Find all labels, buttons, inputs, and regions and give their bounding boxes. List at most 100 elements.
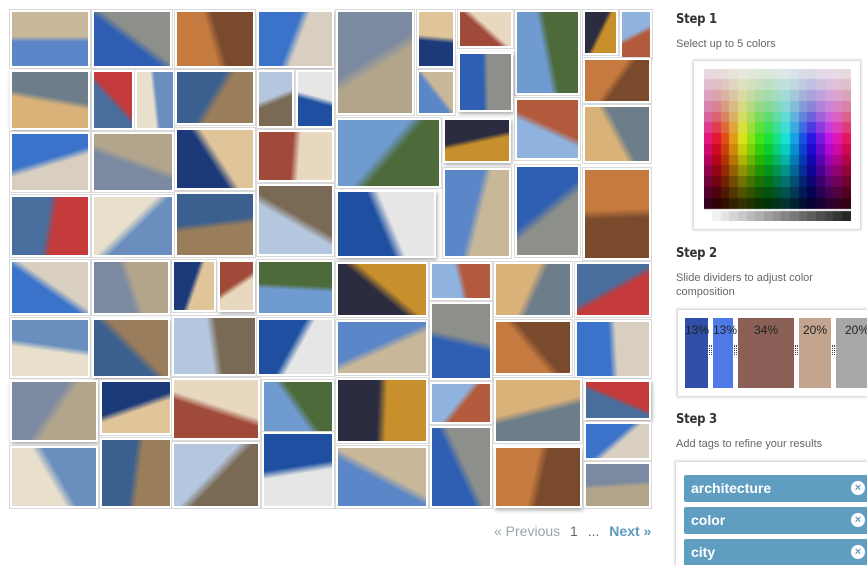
photo-thumbnail[interactable] — [257, 10, 334, 68]
photo-thumbnail[interactable] — [515, 98, 580, 160]
photo-thumbnail[interactable] — [10, 318, 90, 378]
photo-thumbnail[interactable] — [443, 168, 511, 258]
photo-thumbnail[interactable] — [10, 10, 90, 68]
page-number-1[interactable]: 1 — [570, 523, 578, 539]
color-segment-4-percent: 20% — [802, 323, 828, 337]
color-segment-5[interactable]: 20% — [836, 318, 867, 388]
photo-thumbnail[interactable] — [430, 426, 492, 508]
photo-thumbnail[interactable] — [515, 10, 580, 95]
photo-thumbnail[interactable] — [175, 192, 255, 257]
color-segment-1[interactable]: 13% — [685, 318, 710, 388]
photo-thumbnail[interactable] — [10, 195, 90, 257]
tag-architecture[interactable]: architecture × — [684, 475, 867, 502]
photo-thumbnail[interactable] — [584, 462, 651, 508]
photo-thumbnail[interactable] — [583, 10, 618, 55]
photo-thumbnail[interactable] — [172, 316, 257, 376]
photo-thumbnail[interactable] — [458, 10, 513, 48]
photo-thumbnail[interactable] — [336, 446, 428, 508]
photo-thumbnail[interactable] — [262, 432, 334, 508]
photo-thumbnail[interactable] — [257, 318, 334, 376]
color-segment-1-percent: 13% — [685, 323, 710, 337]
pagination-ellipsis: ... — [587, 523, 600, 539]
photo-thumbnail[interactable] — [336, 118, 441, 188]
photo-thumbnail[interactable] — [10, 260, 90, 315]
photo-thumbnail[interactable] — [583, 105, 651, 163]
remove-tag-icon[interactable]: × — [851, 481, 865, 495]
photo-thumbnail[interactable] — [257, 260, 334, 315]
photo-thumbnail[interactable] — [262, 380, 334, 435]
photo-thumbnail[interactable] — [494, 446, 582, 508]
photo-thumbnail[interactable] — [575, 262, 651, 317]
photo-thumbnail[interactable] — [10, 446, 98, 508]
composition-divider-4[interactable] — [832, 345, 835, 355]
composition-divider-3[interactable] — [795, 345, 798, 355]
photo-thumbnail[interactable] — [175, 128, 255, 190]
photo-thumbnail[interactable] — [92, 10, 172, 68]
photo-thumbnail[interactable] — [100, 380, 172, 435]
photo-thumbnail[interactable] — [172, 378, 260, 440]
composition-divider-2[interactable] — [734, 345, 737, 355]
tag-color[interactable]: color × — [684, 507, 867, 534]
photo-thumbnail[interactable] — [494, 378, 582, 443]
photo-thumbnail[interactable] — [296, 70, 334, 128]
photo-thumbnail[interactable] — [218, 260, 255, 312]
step1-subtitle: Select up to 5 colors — [676, 38, 776, 50]
photo-thumbnail[interactable] — [92, 195, 174, 257]
photo-thumbnail[interactable] — [175, 10, 255, 68]
photo-thumbnail[interactable] — [430, 382, 492, 424]
photo-thumbnail[interactable] — [257, 70, 294, 128]
photo-thumbnail[interactable] — [92, 132, 174, 192]
photo-thumbnail[interactable] — [10, 380, 98, 442]
photo-thumbnail[interactable] — [584, 422, 651, 460]
remove-tag-icon[interactable]: × — [851, 545, 865, 559]
color-segment-4[interactable]: 20% — [799, 318, 831, 388]
color-segment-2-percent: 13% — [713, 323, 738, 337]
photo-thumbnail[interactable] — [10, 70, 90, 130]
photo-thumbnail[interactable] — [336, 190, 436, 258]
previous-page-link[interactable]: « Previous — [494, 523, 560, 539]
photo-thumbnail[interactable] — [336, 262, 428, 317]
remove-tag-icon[interactable]: × — [851, 513, 865, 527]
photo-thumbnail[interactable] — [92, 260, 170, 315]
photo-thumbnail[interactable] — [443, 118, 511, 163]
composition-divider-1[interactable] — [709, 345, 712, 355]
photo-thumbnail[interactable] — [583, 58, 651, 103]
photo-thumbnail[interactable] — [10, 132, 90, 192]
photo-thumbnail[interactable] — [336, 320, 428, 375]
photo-thumbnail[interactable] — [515, 165, 580, 257]
step2-subtitle: Slide dividers to adjust color compositi… — [676, 272, 813, 298]
photo-thumbnail[interactable] — [257, 130, 334, 182]
photo-thumbnail[interactable] — [583, 168, 651, 260]
tag-label: city — [691, 544, 716, 560]
photo-thumbnail[interactable] — [257, 184, 334, 256]
photo-thumbnail[interactable] — [172, 442, 260, 508]
photo-thumbnail[interactable] — [92, 318, 170, 378]
photo-thumbnail[interactable] — [458, 52, 513, 112]
photo-thumbnail[interactable] — [417, 10, 455, 68]
tag-city[interactable]: city × — [684, 539, 867, 565]
photo-thumbnail[interactable] — [336, 10, 414, 115]
photo-thumbnail[interactable] — [620, 10, 652, 60]
photo-thumbnail[interactable] — [172, 260, 216, 312]
color-segment-2[interactable]: 13% — [713, 318, 738, 388]
photo-thumbnail[interactable] — [175, 70, 255, 125]
photo-thumbnail[interactable] — [494, 320, 572, 375]
photo-thumbnail[interactable] — [494, 262, 572, 317]
photo-thumbnail[interactable] — [336, 378, 428, 443]
pagination: « Previous 1 ... Next » — [494, 523, 664, 541]
photo-thumbnail[interactable] — [430, 262, 492, 300]
step2-title: Step 2 — [676, 246, 717, 261]
photo-thumbnail[interactable] — [584, 380, 651, 420]
color-segment-5-percent: 20% — [844, 323, 867, 337]
photo-thumbnail[interactable] — [100, 438, 172, 508]
photo-thumbnail[interactable] — [575, 320, 651, 378]
next-page-link[interactable]: Next » — [609, 523, 651, 539]
tag-label: color — [691, 512, 726, 528]
photo-thumbnail[interactable] — [135, 70, 175, 130]
color-palette-grid[interactable] — [704, 69, 851, 221]
photo-thumbnail[interactable] — [430, 302, 492, 380]
photo-thumbnail[interactable] — [92, 70, 134, 130]
color-composition-bar: 13% 13% 34% 20% 20% — [677, 309, 867, 397]
color-segment-3[interactable]: 34% — [738, 318, 794, 388]
photo-thumbnail[interactable] — [417, 70, 455, 115]
